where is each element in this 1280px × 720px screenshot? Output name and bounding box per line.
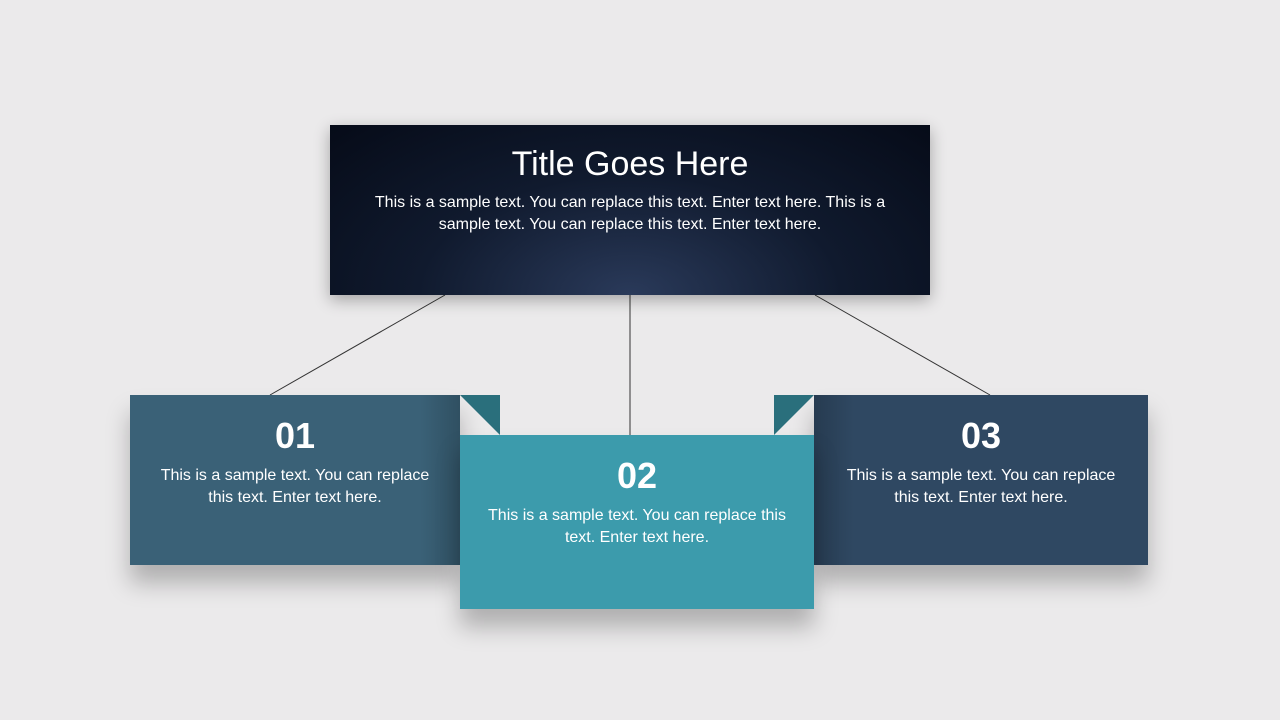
card-03-number: 03 — [839, 415, 1123, 457]
card-02: 02 This is a sample text. You can replac… — [460, 435, 814, 609]
card-01-text: This is a sample text. You can replace t… — [155, 465, 435, 510]
card-03: 03 This is a sample text. You can replac… — [814, 395, 1148, 565]
card-01-number: 01 — [155, 415, 435, 457]
card-02-text: This is a sample text. You can replace t… — [485, 505, 789, 550]
slide-title: Title Goes Here — [360, 145, 900, 184]
title-box: Title Goes Here This is a sample text. Y… — [330, 125, 930, 295]
slide-subtitle: This is a sample text. You can replace t… — [360, 192, 900, 237]
fold-right-shape — [774, 395, 814, 435]
fold-left-shape — [460, 395, 500, 435]
card-01: 01 This is a sample text. You can replac… — [130, 395, 460, 565]
card-03-text: This is a sample text. You can replace t… — [839, 465, 1123, 510]
card-02-number: 02 — [485, 455, 789, 497]
connector-lines — [0, 0, 1280, 720]
